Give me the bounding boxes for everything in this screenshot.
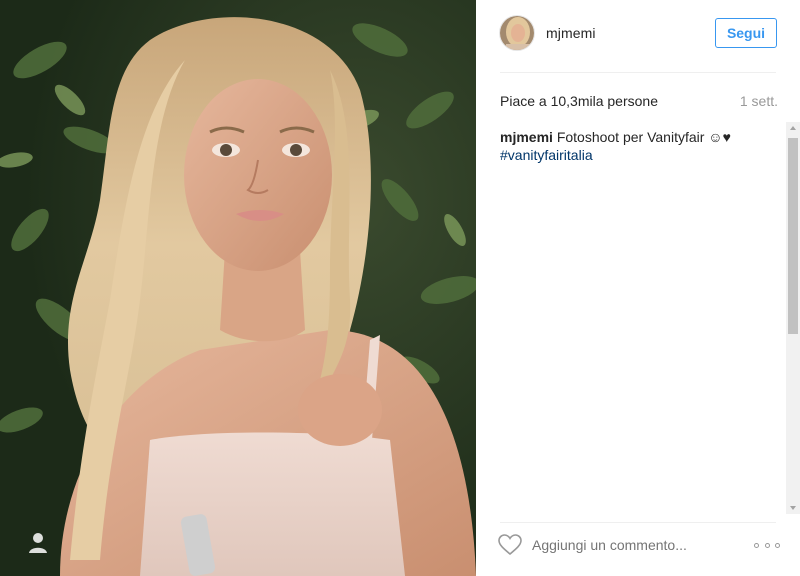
scroll-down-icon[interactable] [790,506,796,510]
portrait-image [0,0,476,576]
post-side-panel: mjmemi Segui Piace a 10,3mila persone 1 … [476,0,800,576]
divider [500,522,776,523]
dot [754,542,759,548]
comment-input[interactable] [532,534,742,556]
avatar[interactable] [499,15,535,51]
dot [775,542,780,548]
dot [764,542,770,548]
post-header: mjmemi Segui [476,0,800,72]
header-username[interactable]: mjmemi [546,25,596,41]
post-photo[interactable] [0,0,476,576]
post-timestamp[interactable]: 1 sett. [740,93,778,109]
tagged-user-icon[interactable] [28,532,48,554]
caption-text: Fotoshoot per Vanityfair ☺︎♥ [556,129,731,145]
caption-username[interactable]: mjmemi [500,129,553,145]
caption: mjmemi Fotoshoot per Vanityfair ☺︎♥ #van… [500,128,770,164]
divider [500,72,776,73]
scroll-up-icon[interactable] [790,126,796,130]
heart-icon[interactable] [498,534,522,556]
caption-hashtag[interactable]: #vanityfairitalia [500,146,770,164]
more-options-icon[interactable] [754,534,780,556]
comments-scrollbar[interactable] [786,122,800,514]
scroll-thumb[interactable] [788,138,798,334]
follow-button[interactable]: Segui [715,18,777,48]
likes-count[interactable]: Piace a 10,3mila persone [500,93,658,109]
avatar-image [500,16,534,50]
